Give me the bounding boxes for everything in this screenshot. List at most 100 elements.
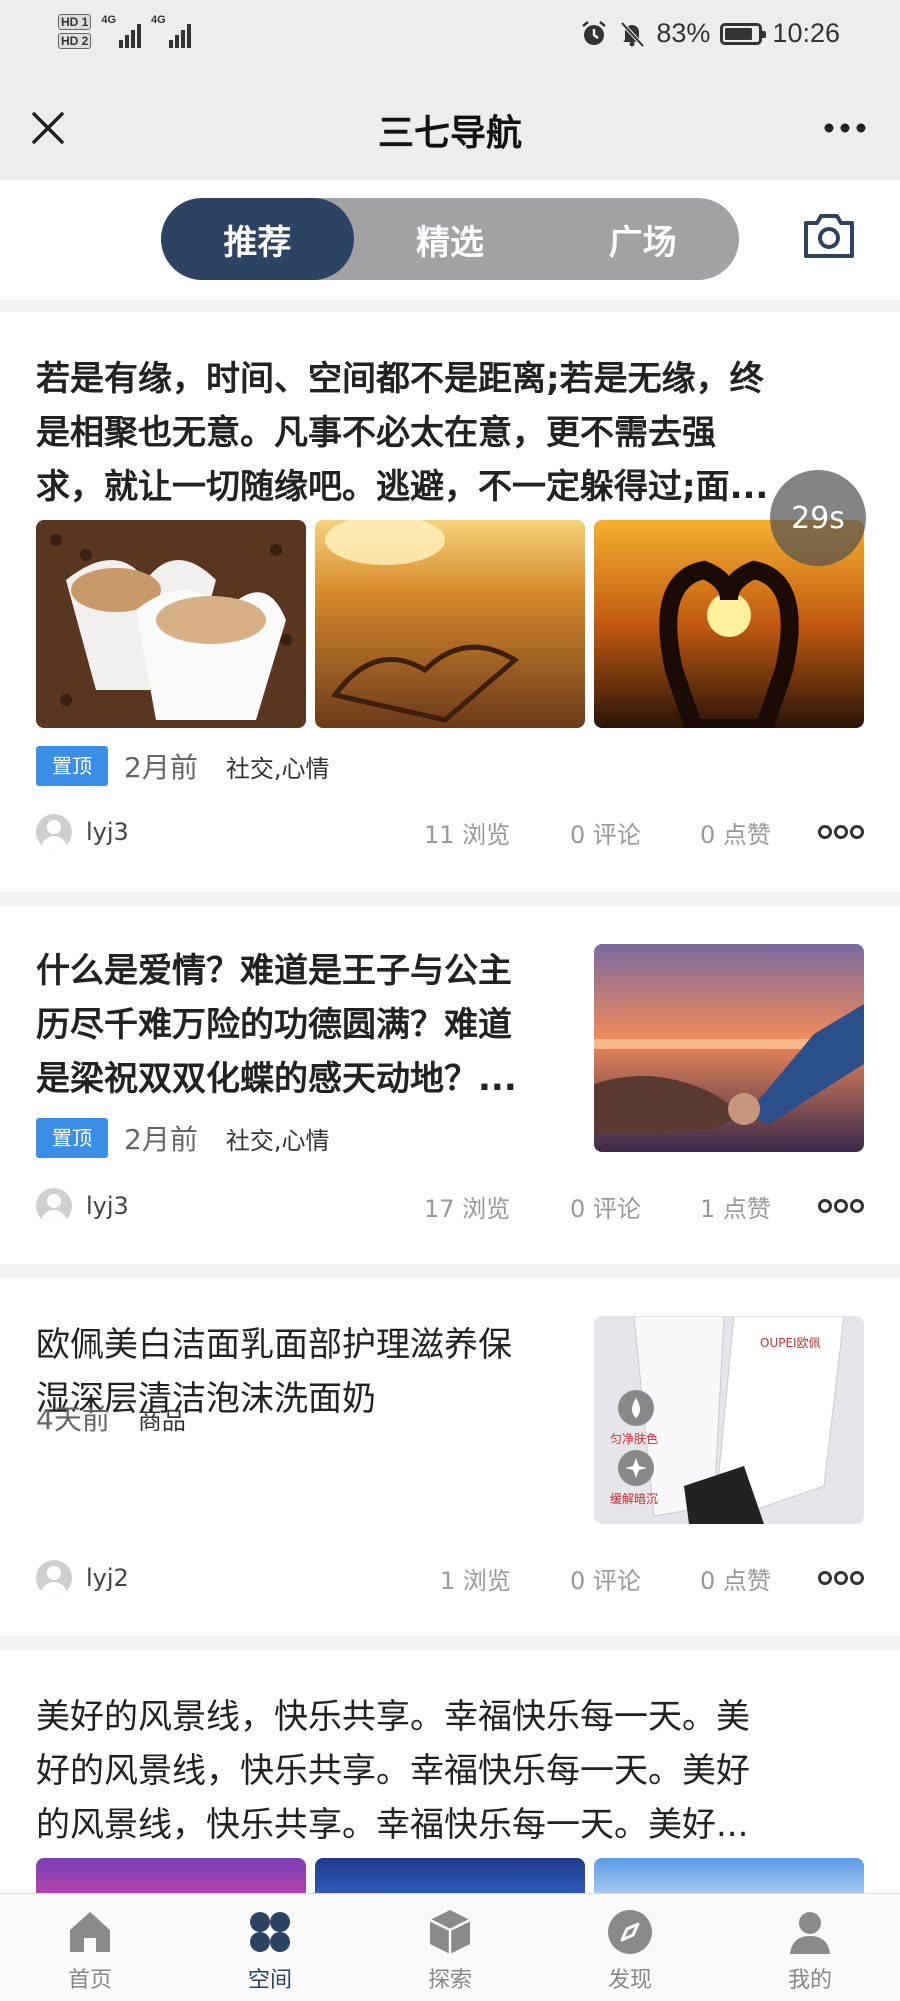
title-line: 是相聚也无意。凡事不必太在意，更不需去强 [36,413,716,453]
pinned-badge: 置顶 [36,746,108,786]
username[interactable]: lyj2 [86,1564,129,1592]
title-line: 是梁祝双双化蝶的感天动地？... [36,1059,517,1099]
view-count: 17 浏览 [424,1194,511,1223]
post-stats: 11 浏览 0 评论 0 点赞 [424,815,780,850]
post-card-2[interactable]: 什么是爱情？难道是王子与公主 历尽千难万险的功德圆满？难道 是梁祝双双化蝶的感天… [0,906,900,1264]
more-dots-icon[interactable] [818,822,864,842]
avatar[interactable] [36,1188,72,1224]
post-title[interactable]: 美好的风景线，快乐共享。幸福快乐每一天。美 好的风景线，快乐共享。幸福快乐每一天… [36,1690,750,1852]
post-meta: 4天前 商品 [36,1398,186,1438]
nav-label: 发现 [607,1968,652,1993]
view-count: 11 浏览 [424,820,511,849]
hd-indicators: HD 1 HD 2 [58,14,92,49]
battery-fill [725,27,752,40]
comment-count[interactable]: 0 评论 [570,815,700,850]
post-card-4[interactable]: 美好的风景线，快乐共享。幸福快乐每一天。美 好的风景线，快乐共享。幸福快乐每一天… [0,1650,900,1893]
tab-square[interactable]: 广场 [546,198,739,280]
post-card-1[interactable]: 若是有缘，时间、空间都不是距离;若是无缘，终 是相聚也无意。凡事不必太在意，更不… [0,312,900,892]
post-image-sand-heart[interactable] [315,520,585,728]
status-bar: HD 1 HD 2 4G 4G 83% 10:26 [0,0,900,78]
nav-explore[interactable]: 探索 [360,1894,540,2001]
post-meta: 置顶 2月前 社交,心情 [36,746,329,786]
title-line: 好的风景线，快乐共享。幸福快乐每一天。美好 [36,1751,750,1791]
post-title[interactable]: 若是有缘，时间、空间都不是距离;若是无缘，终 是相聚也无意。凡事不必太在意，更不… [36,352,768,514]
title-line: 美好的风景线，快乐共享。幸福快乐每一天。美 [36,1697,750,1737]
hd1-badge: HD 1 [58,14,92,30]
nav-label: 我的 [787,1968,832,1993]
bottom-nav: 首页 空间 探索 发现 我的 [0,1893,900,2001]
title-line: 欧佩美白洁面乳面部护理滋养保 [36,1325,512,1365]
tab-featured[interactable]: 精选 [354,198,547,280]
post-category[interactable]: 社交,心情 [226,749,330,784]
title-line: 求，就让一切随缘吧。逃避，不一定躲得过;面... [36,467,769,507]
nav-label: 空间 [247,1968,292,1993]
page-title: 三七导航 [377,113,522,154]
comment-count[interactable]: 0 评论 [570,1561,700,1596]
product-brand: OUPEI欧佩 [760,1336,821,1350]
post-category[interactable]: 社交,心情 [226,1121,330,1156]
network-type-2: 4G [151,14,166,26]
nav-mine[interactable]: 我的 [720,1894,900,2001]
product-label: 缓解暗沉 [610,1492,659,1506]
post-footer: lyj3 11 浏览 0 评论 0 点赞 [36,812,864,852]
hd2-badge: HD 2 [58,33,92,49]
nav-bar: 三七导航 [0,78,900,180]
status-bar-right: 83% 10:26 [580,18,840,49]
like-count[interactable]: 0 点赞 [700,815,780,850]
nav-label: 探索 [427,1968,472,1993]
status-bar-left: HD 1 HD 2 4G 4G [58,14,191,49]
battery-percent: 83% [656,18,711,48]
nav-discover[interactable]: 发现 [540,1894,720,2001]
nav-space[interactable]: 空间 [180,1894,360,2001]
post-footer: lyj2 1 浏览 0 评论 0 点赞 [36,1558,864,1598]
more-dots-icon[interactable] [818,1568,864,1588]
post-image-coffee[interactable] [36,520,306,728]
post-footer: lyj3 17 浏览 0 评论 1 点赞 [36,1186,864,1226]
tab-recommend[interactable]: 推荐 [161,198,354,280]
battery-icon [720,22,767,45]
clock: 10:26 [772,18,840,48]
title-line: 若是有缘，时间、空间都不是距离;若是无缘，终 [36,359,764,399]
post-card-3[interactable]: 欧佩美白洁面乳面部护理滋养保 湿深层清洁泡沫洗面奶 OUPEI欧佩 匀净肤色 缓… [0,1278,900,1636]
post-title[interactable]: 什么是爱情？难道是王子与公主 历尽千难万险的功德圆满？难道 是梁祝双双化蝶的感天… [36,944,517,1106]
post-image-cleanser[interactable]: OUPEI欧佩 匀净肤色 缓解暗沉 [594,1316,864,1524]
username[interactable]: lyj3 [86,818,129,846]
post-image-holding-hands[interactable] [594,944,864,1152]
like-count[interactable]: 0 点赞 [700,1561,780,1596]
post-image-purple-sky[interactable] [36,1858,306,1893]
username[interactable]: lyj3 [86,1192,129,1220]
avatar[interactable] [36,1560,72,1596]
timer-badge: 29s [770,470,866,566]
nav-home[interactable]: 首页 [0,1894,180,2001]
tabs-area: 推荐 精选 广场 [0,180,900,300]
nav-label: 首页 [67,1968,112,1993]
camera-icon[interactable] [800,206,858,264]
view-count: 1 浏览 [440,1566,511,1595]
avatar[interactable] [36,814,72,850]
like-count[interactable]: 1 点赞 [700,1189,780,1224]
title-line: 的风景线，快乐共享。幸福快乐每一天。美好... [36,1805,749,1845]
post-time: 2月前 [124,751,198,784]
post-time: 2月前 [124,1123,198,1156]
signal-icon-2: 4G [151,14,191,48]
comment-count[interactable]: 0 评论 [570,1189,700,1224]
post-image-blue-sky[interactable] [315,1858,585,1893]
mute-bell-icon [620,21,645,47]
pinned-badge: 置顶 [36,1118,108,1158]
alarm-icon [582,20,607,45]
compass-icon [608,1910,652,1954]
signal-icon: 4G [101,14,142,48]
network-type-1: 4G [101,14,117,26]
title-line: 什么是爱情？难道是王子与公主 [36,951,512,991]
post-image-cloud-sky[interactable] [594,1858,864,1893]
post-time: 4天前 [36,1403,110,1436]
cube-icon [429,1910,471,1954]
post-category[interactable]: 商品 [138,1401,186,1436]
more-dots-icon[interactable] [818,1196,864,1216]
product-label: 匀净肤色 [610,1432,659,1446]
space-icon [250,1912,290,1952]
more-icon[interactable] [820,108,870,148]
post-stats: 1 浏览 0 评论 0 点赞 [440,1561,780,1596]
title-line: 历尽千难万险的功德圆满？难道 [36,1005,512,1045]
user-icon [790,1912,830,1954]
